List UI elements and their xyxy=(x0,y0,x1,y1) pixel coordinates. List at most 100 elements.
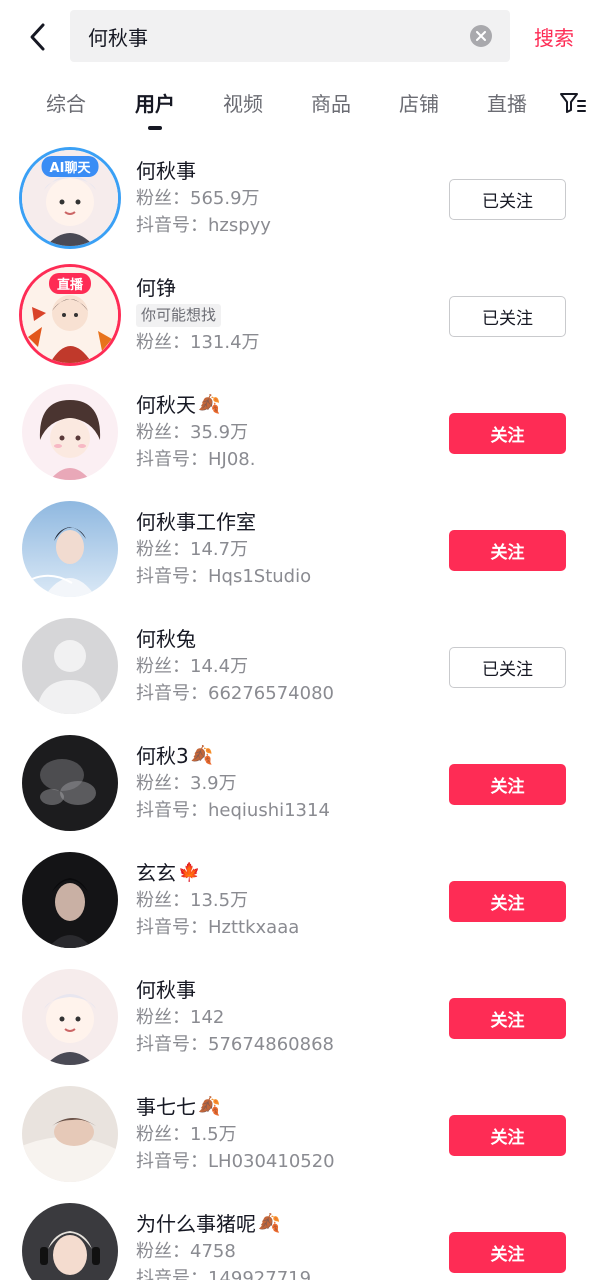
user-name-text: 玄玄 xyxy=(136,861,176,885)
following-button[interactable]: 已关注 xyxy=(449,296,566,337)
tab-bar: 综合 用户 视频 商品 店铺 直播 xyxy=(0,76,600,136)
user-name-text: 何铮 xyxy=(136,276,176,300)
user-name-text: 何秋事工作室 xyxy=(136,510,256,534)
douyin-id: 抖音号：hzspyy xyxy=(136,215,271,236)
douyin-id: 抖音号：HJ08. xyxy=(136,449,256,470)
avatar[interactable] xyxy=(22,852,118,948)
fan-count: 粉丝：3.9万 xyxy=(136,773,237,794)
fan-count: 粉丝：35.9万 xyxy=(136,422,249,443)
user-info: 事七七 🍂 粉丝：1.5万 抖音号：LH030410520 xyxy=(136,1093,436,1175)
user-name-text: 何秋3 xyxy=(136,744,189,768)
fan-count: 粉丝：131.4万 xyxy=(136,332,260,353)
user-row[interactable]: 玄玄 🍁 粉丝：13.5万 抖音号：Hzttkxaaa 关注 xyxy=(0,843,600,960)
fan-count: 粉丝：142 xyxy=(136,1007,225,1028)
chevron-left-icon xyxy=(30,23,45,51)
avatar[interactable] xyxy=(22,969,118,1065)
user-name-text: 何秋事 xyxy=(136,159,196,183)
suggestion-tag: 你可能想找 xyxy=(136,304,222,327)
tab-comprehensive[interactable]: 综合 xyxy=(46,88,86,117)
user-info: 为什么事猪呢 🍂 粉丝：4758 抖音号：149927719 xyxy=(136,1210,436,1280)
user-info: 何秋事 粉丝：565.9万 抖音号：hzspyy xyxy=(136,157,436,239)
user-row[interactable]: AI聊天 何秋事 粉丝：565.9万 抖音号：hzspyy 已关注 xyxy=(0,141,600,258)
user-name[interactable]: 何秋兔 xyxy=(136,625,436,653)
user-name-text: 为什么事猪呢 xyxy=(136,1212,256,1236)
user-info: 玄玄 🍁 粉丝：13.5万 抖音号：Hzttkxaaa xyxy=(136,859,436,941)
filter-icon xyxy=(560,93,586,113)
user-info: 何秋事 粉丝：142 抖音号：57674860868 xyxy=(136,976,436,1058)
following-button[interactable]: 已关注 xyxy=(449,179,566,220)
avatar[interactable] xyxy=(22,618,118,714)
user-name[interactable]: 何秋天 🍂 xyxy=(136,391,436,419)
following-button[interactable]: 已关注 xyxy=(449,647,566,688)
douyin-id: 抖音号：149927719 xyxy=(136,1268,312,1280)
avatar[interactable] xyxy=(22,501,118,597)
user-name[interactable]: 为什么事猪呢 🍂 xyxy=(136,1210,436,1238)
active-tab-indicator xyxy=(148,126,162,130)
user-name[interactable]: 事七七 🍂 xyxy=(136,1093,436,1121)
user-name[interactable]: 何秋3 🍂 xyxy=(136,742,436,770)
follow-button[interactable]: 关注 xyxy=(449,1115,566,1156)
clear-search-button[interactable] xyxy=(470,25,492,47)
avatar[interactable] xyxy=(22,1203,118,1280)
default-avatar-icon xyxy=(22,618,118,714)
filter-button[interactable] xyxy=(558,88,588,118)
fan-count: 粉丝：4758 xyxy=(136,1241,236,1262)
search-box[interactable] xyxy=(70,10,510,62)
user-info: 何秋天 🍂 粉丝：35.9万 抖音号：HJ08. xyxy=(136,391,436,473)
tab-videos[interactable]: 视频 xyxy=(223,88,263,117)
user-row[interactable]: 为什么事猪呢 🍂 粉丝：4758 抖音号：149927719 关注 xyxy=(0,1194,600,1280)
tab-users[interactable]: 用户 xyxy=(135,88,175,117)
search-header: 搜索 xyxy=(0,0,600,76)
follow-button[interactable]: 关注 xyxy=(449,881,566,922)
user-name[interactable]: 何秋事工作室 xyxy=(136,508,436,536)
fan-count: 粉丝：1.5万 xyxy=(136,1124,237,1145)
user-name[interactable]: 何秋事 xyxy=(136,976,436,1004)
fallen-leaf-icon: 🍂 xyxy=(258,1213,281,1234)
search-submit-button[interactable]: 搜索 xyxy=(534,22,574,51)
user-row[interactable]: 何秋3 🍂 粉丝：3.9万 抖音号：heqiushi1314 关注 xyxy=(0,726,600,843)
follow-button[interactable]: 关注 xyxy=(449,530,566,571)
douyin-id: 抖音号：Hzttkxaaa xyxy=(136,917,300,938)
user-info: 何秋事工作室 粉丝：14.7万 抖音号：Hqs1Studio xyxy=(136,508,436,590)
user-name-text: 何秋事 xyxy=(136,978,196,1002)
user-name[interactable]: 何铮 xyxy=(136,274,436,302)
follow-button[interactable]: 关注 xyxy=(449,764,566,805)
back-button[interactable] xyxy=(18,16,58,58)
user-row[interactable]: 何秋兔 粉丝：14.4万 抖音号：66276574080 已关注 xyxy=(0,609,600,726)
maple-leaf-icon: 🍁 xyxy=(178,862,201,883)
user-info: 何秋兔 粉丝：14.4万 抖音号：66276574080 xyxy=(136,625,436,707)
user-row[interactable]: 何秋天 🍂 粉丝：35.9万 抖音号：HJ08. 关注 xyxy=(0,375,600,492)
avatar[interactable] xyxy=(22,384,118,480)
user-name[interactable]: 何秋事 xyxy=(136,157,436,185)
user-row[interactable]: 何秋事 粉丝：142 抖音号：57674860868 关注 xyxy=(0,960,600,1077)
user-row[interactable]: 事七七 🍂 粉丝：1.5万 抖音号：LH030410520 关注 xyxy=(0,1077,600,1194)
fallen-leaf-icon: 🍂 xyxy=(198,1096,221,1117)
tab-shops[interactable]: 店铺 xyxy=(399,88,439,117)
user-name-text: 事七七 xyxy=(136,1095,196,1119)
user-name-text: 何秋兔 xyxy=(136,627,196,651)
search-input[interactable] xyxy=(88,24,448,48)
douyin-id: 抖音号：Hqs1Studio xyxy=(136,566,312,587)
fan-count: 粉丝：565.9万 xyxy=(136,188,260,209)
tab-products[interactable]: 商品 xyxy=(311,88,351,117)
avatar[interactable] xyxy=(22,735,118,831)
follow-button[interactable]: 关注 xyxy=(449,998,566,1039)
user-name-text: 何秋天 xyxy=(136,393,196,417)
user-info: 何铮 你可能想找 粉丝：131.4万 xyxy=(136,274,436,356)
live-badge: 直播 xyxy=(48,273,92,294)
douyin-id: 抖音号：57674860868 xyxy=(136,1034,334,1055)
follow-button[interactable]: 关注 xyxy=(449,413,566,454)
fan-count: 粉丝：13.5万 xyxy=(136,890,249,911)
douyin-id: 抖音号：66276574080 xyxy=(136,683,334,704)
avatar[interactable] xyxy=(22,1086,118,1182)
fan-count: 粉丝：14.7万 xyxy=(136,539,249,560)
follow-button[interactable]: 关注 xyxy=(449,1232,566,1273)
avatar[interactable]: 直播 xyxy=(22,267,118,363)
user-row[interactable]: 何秋事工作室 粉丝：14.7万 抖音号：Hqs1Studio 关注 xyxy=(0,492,600,609)
fallen-leaf-icon: 🍂 xyxy=(190,745,214,766)
user-row[interactable]: 直播 何铮 你可能想找 粉丝：131.4万 已关注 xyxy=(0,258,600,375)
user-results-list: AI聊天 何秋事 粉丝：565.9万 抖音号：hzspyy 已关注 直播 何铮 … xyxy=(0,141,600,1280)
user-name[interactable]: 玄玄 🍁 xyxy=(136,859,436,887)
fan-count: 粉丝：14.4万 xyxy=(136,656,249,677)
avatar[interactable]: AI聊天 xyxy=(22,150,118,246)
